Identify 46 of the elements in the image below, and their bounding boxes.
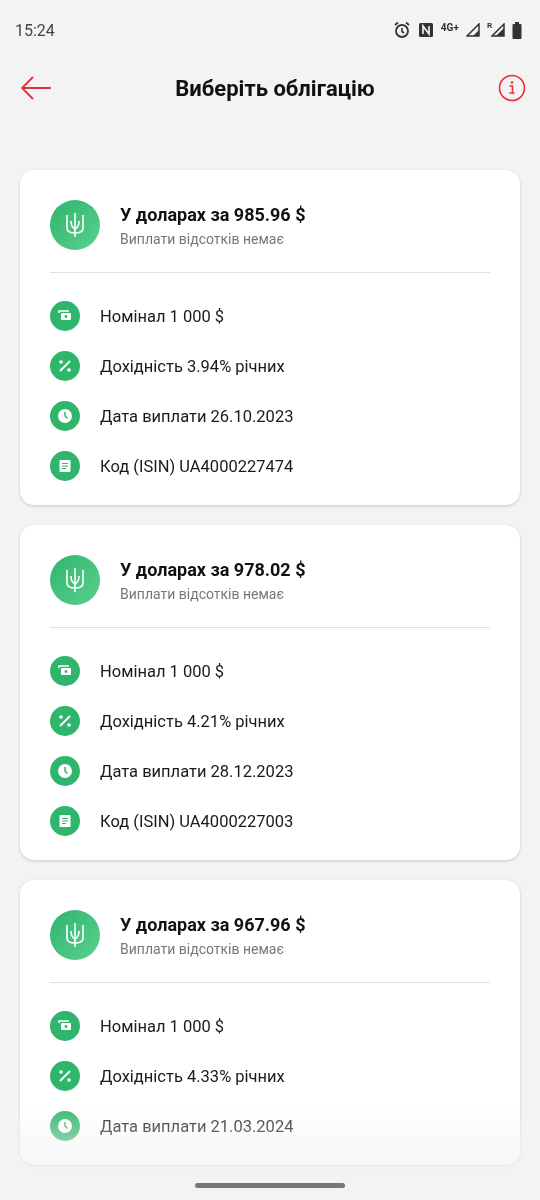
bond-detail: Номінал 1 000 $ [100, 306, 225, 326]
cash-icon [50, 301, 80, 331]
page-title: Виберіть облігацію [175, 75, 375, 101]
battery-icon [512, 21, 522, 39]
nfc-icon [417, 22, 434, 38]
bond-card[interactable]: У доларах за 978.02 $ Виплати відсотків немає Номінал 1 000 $ Дохідність 4.21% річних Дата виплати 28.12.2023 Код (ISIN) UA4000227003 [20, 525, 520, 860]
signal-icon [465, 23, 480, 37]
back-button[interactable] [20, 76, 52, 100]
roaming-label: R [486, 20, 492, 30]
alarm-icon [392, 21, 411, 39]
bond-detail: Дохідність 4.21% річних [100, 711, 285, 731]
status-time: 15:24 [15, 20, 55, 40]
clock-icon [50, 756, 80, 786]
bond-detail: Номінал 1 000 $ [100, 1016, 225, 1036]
bond-card[interactable]: У доларах за 985.96 $ Виплати відсотків немає Номінал 1 000 $ Дохідність 3.94% річних Дата виплати 26.10.2023 Код (ISIN) UA4000227474 [20, 170, 520, 505]
bond-detail: Дохідність 4.33% річних [100, 1066, 285, 1086]
bond-detail: Код (ISIN) UA4000227474 [100, 456, 294, 476]
bond-detail: Дата виплати 21.03.2024 [100, 1116, 294, 1136]
home-indicator[interactable] [195, 1182, 345, 1188]
bond-title: У доларах за 985.96 $ [120, 203, 306, 225]
bond-subtitle: Виплати відсотків немає [120, 230, 285, 247]
trident-icon [50, 200, 100, 250]
document-icon [50, 451, 80, 481]
bond-subtitle: Виплати відсотків немає [120, 940, 285, 957]
bond-subtitle: Виплати відсотків немає [120, 585, 285, 602]
trident-icon [50, 910, 100, 960]
percent-icon [50, 1061, 80, 1091]
document-icon [50, 806, 80, 836]
bond-detail: Номінал 1 000 $ [100, 661, 225, 681]
info-button[interactable] [498, 74, 526, 102]
bond-title: У доларах за 978.02 $ [120, 558, 306, 580]
bond-card[interactable]: У доларах за 967.96 $ Виплати відсотків немає Номінал 1 000 $ Дохідність 4.33% річних Дата виплати 21.03.2024 [20, 880, 520, 1165]
clock-icon [50, 1111, 80, 1141]
bond-title: У доларах за 967.96 $ [120, 913, 306, 935]
clock-icon [50, 401, 80, 431]
cash-icon [50, 1011, 80, 1041]
cash-icon [50, 656, 80, 686]
bond-detail: Дохідність 3.94% річних [100, 356, 285, 376]
percent-icon [50, 706, 80, 736]
bond-detail: Дата виплати 28.12.2023 [100, 761, 294, 781]
bond-detail: Дата виплати 26.10.2023 [100, 406, 294, 426]
network-type: 4G+ [440, 21, 459, 33]
bond-detail: Код (ISIN) UA4000227003 [100, 811, 294, 831]
signal-icon [491, 23, 505, 37]
percent-icon [50, 351, 80, 381]
trident-icon [50, 555, 100, 605]
